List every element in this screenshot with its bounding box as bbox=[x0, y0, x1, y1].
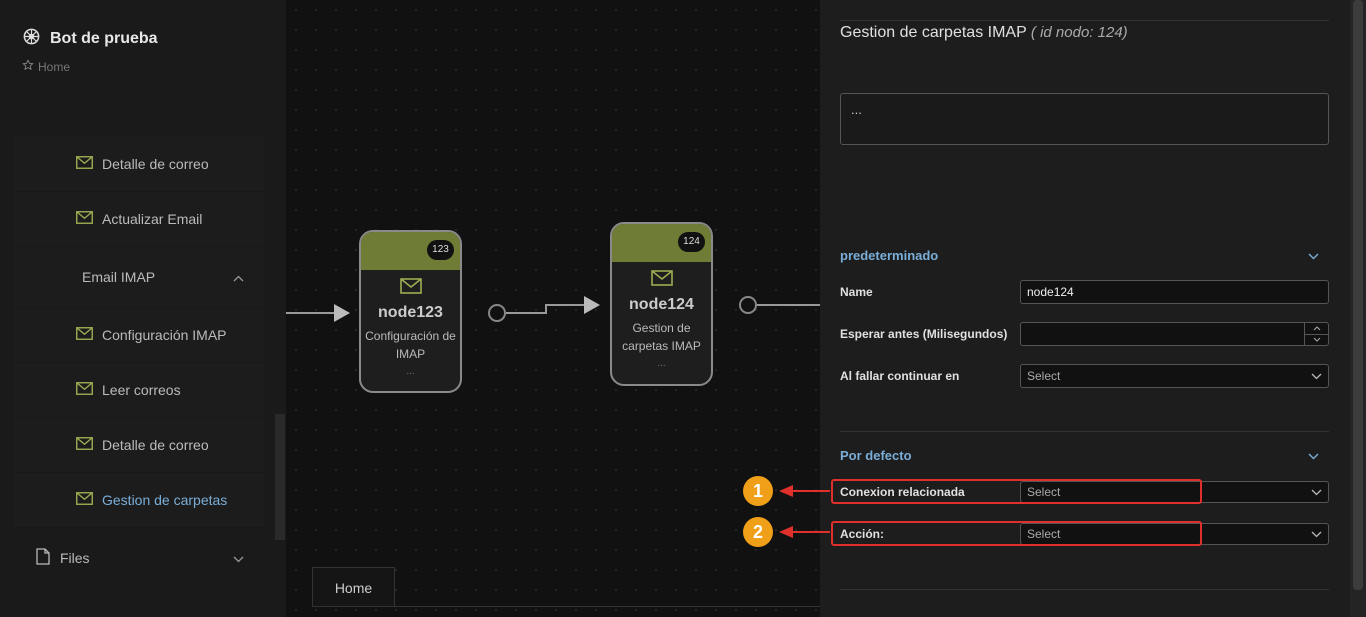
flow-canvas[interactable]: 123 node123 Configuración de IMAP ... 12… bbox=[286, 0, 820, 617]
sidebar-item-label: Configuración IMAP bbox=[102, 327, 227, 343]
helm-icon bbox=[22, 27, 41, 51]
node-header: 123 bbox=[361, 232, 460, 270]
chevron-down-icon bbox=[1311, 523, 1322, 545]
section-predeterminado-header[interactable]: predeterminado bbox=[840, 248, 1329, 263]
file-icon bbox=[36, 547, 50, 568]
panel-scrollbar-thumb[interactable] bbox=[1353, 0, 1363, 590]
sidebar-item-label: Leer correos bbox=[102, 382, 181, 398]
breadcrumb[interactable]: Home bbox=[22, 59, 70, 74]
flow-node-124[interactable]: 124 node124 Gestion de carpetas IMAP ... bbox=[610, 222, 713, 386]
chevron-down-icon bbox=[233, 550, 244, 566]
sidebar-item-files[interactable]: Files bbox=[14, 528, 264, 588]
node-name: node124 bbox=[629, 296, 694, 313]
section-por-defecto-header[interactable]: Por defecto bbox=[840, 448, 1329, 463]
fail-select[interactable]: Select bbox=[1020, 364, 1329, 388]
highlight-box-conn bbox=[831, 479, 1202, 504]
node-header: 124 bbox=[612, 224, 711, 262]
tab-home[interactable]: Home bbox=[312, 567, 395, 607]
sidebar-item-gestion-carpetas[interactable]: Gestion de carpetas bbox=[14, 473, 264, 528]
node-description: Gestion de carpetas IMAP bbox=[622, 321, 701, 353]
mail-icon bbox=[361, 278, 460, 298]
mail-icon bbox=[76, 437, 93, 453]
sidebar-item-detalle-correo-2[interactable]: Detalle de correo bbox=[14, 418, 264, 473]
section-title: Por defecto bbox=[840, 448, 912, 463]
node-id-badge: 123 bbox=[427, 240, 454, 260]
mail-icon bbox=[76, 382, 93, 398]
name-input[interactable]: node124 bbox=[1020, 280, 1329, 304]
sidebar-item-label: Detalle de correo bbox=[102, 156, 209, 172]
stepper-down-icon[interactable] bbox=[1305, 333, 1328, 346]
node-more: ... bbox=[406, 366, 415, 377]
sidebar-group-email-imap[interactable]: Email IMAP bbox=[14, 247, 264, 308]
number-stepper[interactable] bbox=[1304, 323, 1328, 345]
sidebar-item-label: Detalle de correo bbox=[102, 437, 209, 453]
sidebar-item-actualizar-email[interactable]: Actualizar Email bbox=[14, 192, 264, 247]
description-textarea[interactable]: ... bbox=[840, 93, 1329, 145]
mail-icon bbox=[612, 270, 711, 290]
chevron-down-icon bbox=[1308, 248, 1319, 263]
chevron-down-icon bbox=[1311, 365, 1322, 387]
brand[interactable]: Bot de prueba bbox=[22, 27, 158, 51]
fail-label: Al fallar continuar en bbox=[840, 369, 960, 383]
sidebar-item-detalle-correo[interactable]: Detalle de correo bbox=[14, 137, 264, 192]
sidebar-menu: Detalle de correo Actualizar Email Email… bbox=[14, 137, 264, 588]
node-id-badge: 124 bbox=[678, 232, 705, 252]
node-more: ... bbox=[657, 358, 666, 369]
breadcrumb-home[interactable]: Home bbox=[38, 60, 70, 74]
panel-id-note: ( id nodo: 124) bbox=[1030, 24, 1128, 41]
mail-icon bbox=[76, 211, 93, 227]
annotation-marker-1: 1 bbox=[743, 476, 773, 506]
stepper-up-icon[interactable] bbox=[1305, 323, 1328, 334]
sidebar-item-label: Files bbox=[60, 549, 90, 566]
sidebar-item-label: Email IMAP bbox=[82, 269, 156, 285]
wait-number-input[interactable] bbox=[1020, 322, 1329, 346]
properties-panel: Gestion de carpetas IMAP ( id nodo: 124)… bbox=[820, 0, 1350, 617]
select-value: Select bbox=[1027, 369, 1061, 383]
sidebar: Bot de prueba Home Detalle de correo Act… bbox=[0, 0, 286, 617]
app-title: Bot de prueba bbox=[50, 30, 158, 47]
node-name: node123 bbox=[378, 304, 443, 321]
chevron-up-icon bbox=[233, 269, 244, 285]
mail-icon bbox=[76, 327, 93, 343]
sidebar-item-label: Gestion de carpetas bbox=[102, 492, 228, 508]
divider bbox=[840, 20, 1329, 21]
wait-label: Esperar antes (Milisegundos) bbox=[840, 327, 1008, 341]
chevron-down-icon bbox=[1308, 448, 1319, 463]
sidebar-item-label: Actualizar Email bbox=[102, 211, 203, 227]
node-description: Configuración de IMAP bbox=[365, 329, 456, 361]
divider bbox=[840, 431, 1329, 432]
app-root: Bot de prueba Home Detalle de correo Act… bbox=[0, 0, 1366, 617]
mail-icon bbox=[76, 156, 93, 172]
star-icon bbox=[22, 59, 34, 74]
chevron-down-icon bbox=[1311, 481, 1322, 503]
name-label: Name bbox=[840, 285, 873, 299]
panel-title-text: Gestion de carpetas IMAP bbox=[840, 24, 1027, 41]
panel-title: Gestion de carpetas IMAP ( id nodo: 124) bbox=[840, 24, 1128, 42]
divider bbox=[840, 589, 1329, 590]
annotation-marker-2: 2 bbox=[743, 517, 773, 547]
sidebar-item-leer-correos[interactable]: Leer correos bbox=[14, 363, 264, 418]
sidebar-item-configuracion-imap[interactable]: Configuración IMAP bbox=[14, 308, 264, 363]
section-title: predeterminado bbox=[840, 248, 939, 263]
tab-divider bbox=[312, 606, 820, 607]
flow-node-123[interactable]: 123 node123 Configuración de IMAP ... bbox=[359, 230, 462, 393]
highlight-box-action bbox=[831, 521, 1202, 546]
sidebar-scrollbar[interactable] bbox=[275, 414, 285, 540]
mail-icon bbox=[76, 492, 93, 508]
